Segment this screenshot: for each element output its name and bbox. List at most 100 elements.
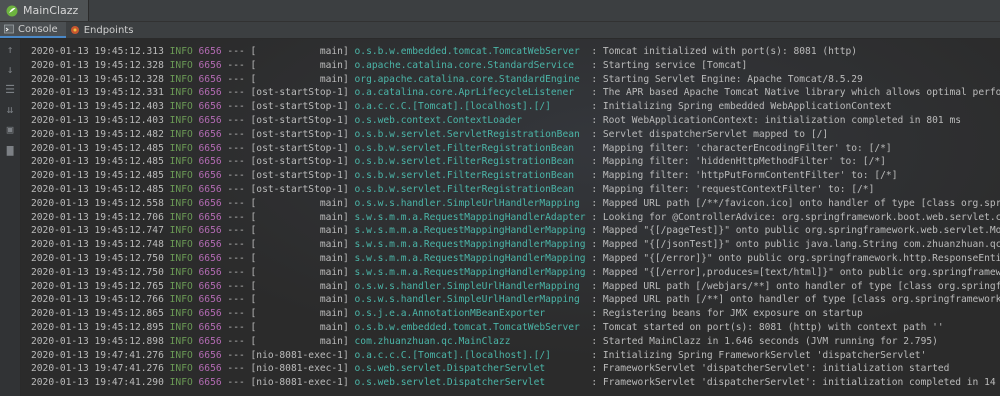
- run-toolbar: MainClazz: [0, 0, 1000, 22]
- print-icon[interactable]: ▣: [0, 119, 20, 139]
- run-config-label: MainClazz: [23, 4, 79, 17]
- console-output[interactable]: 2020-01-13 19:45:12.313 INFO 6656 --- [ …: [21, 39, 1000, 396]
- log-thread: [ main]: [250, 280, 349, 292]
- log-message: : Mapped URL path [/**] onto handler of …: [591, 294, 1000, 306]
- log-timestamp: 2020-01-13 19:45:12.485: [31, 156, 164, 168]
- log-separator: ---: [227, 266, 245, 278]
- log-message: : Tomcat started on port(s): 8081 (http)…: [591, 321, 944, 333]
- log-message: : Tomcat initialized with port(s): 8081 …: [591, 46, 858, 57]
- log-pid: 6656: [198, 170, 222, 182]
- log-pid: 6656: [198, 73, 222, 85]
- log-level: INFO: [169, 211, 193, 223]
- log-line: 2020-01-13 19:45:12.328 INFO 6656 --- [ …: [21, 73, 1000, 87]
- console-icon: [4, 24, 14, 34]
- log-thread: [ost-startStop-1]: [250, 114, 349, 126]
- log-timestamp: 2020-01-13 19:45:12.766: [31, 294, 164, 306]
- log-pid: 6656: [198, 87, 222, 99]
- log-line: 2020-01-13 19:45:12.558 INFO 6656 --- [ …: [21, 197, 1000, 211]
- log-message: : Looking for @ControllerAdvice: org.spr…: [591, 211, 1000, 223]
- log-message: : Mapped "{[/pageTest]}" onto public org…: [591, 225, 1000, 237]
- log-pid: 6656: [198, 197, 222, 209]
- log-message: : Mapped "{[/error],produces=[text/html]…: [591, 266, 1000, 278]
- endpoints-icon: [70, 26, 79, 34]
- log-separator: ---: [227, 170, 245, 182]
- log-thread: [ main]: [250, 211, 349, 223]
- log-logger: s.w.s.m.m.a.RequestMappingHandlerMapping: [354, 239, 586, 251]
- log-line: 2020-01-13 19:45:12.485 INFO 6656 --- [o…: [21, 183, 1000, 197]
- log-message: : Initializing Spring FrameworkServlet '…: [591, 349, 927, 361]
- log-timestamp: 2020-01-13 19:47:41.276: [31, 363, 164, 375]
- log-timestamp: 2020-01-13 19:47:41.276: [31, 349, 164, 361]
- log-separator: ---: [227, 377, 245, 389]
- log-line: 2020-01-13 19:45:12.750 INFO 6656 --- [ …: [21, 252, 1000, 266]
- log-level: INFO: [169, 170, 193, 182]
- log-pid: 6656: [198, 252, 222, 264]
- log-thread: [ost-startStop-1]: [250, 170, 349, 182]
- log-thread: [ost-startStop-1]: [250, 183, 349, 195]
- log-line: 2020-01-13 19:47:41.290 INFO 6656 --- [n…: [21, 376, 1000, 390]
- log-separator: ---: [227, 59, 245, 71]
- log-message: : Mapping filter: 'requestContextFilter'…: [591, 183, 875, 195]
- log-pid: 6656: [198, 142, 222, 154]
- tab-console[interactable]: Console: [0, 22, 66, 38]
- log-pid: 6656: [198, 211, 222, 223]
- log-level: INFO: [169, 321, 193, 333]
- log-line: 2020-01-13 19:45:12.485 INFO 6656 --- [o…: [21, 142, 1000, 156]
- log-logger: org.apache.catalina.core.StandardEngine: [354, 73, 586, 85]
- log-line: 2020-01-13 19:47:41.276 INFO 6656 --- [n…: [21, 349, 1000, 363]
- log-level: INFO: [169, 183, 193, 195]
- log-separator: ---: [227, 308, 245, 320]
- log-thread: [ main]: [250, 73, 349, 85]
- log-message: : FrameworkServlet 'dispatcherServlet': …: [591, 363, 950, 375]
- log-timestamp: 2020-01-13 19:45:12.750: [31, 252, 164, 264]
- scroll-to-end-icon[interactable]: ⇊: [0, 99, 20, 119]
- soft-wrap-icon[interactable]: ☰: [0, 79, 20, 99]
- log-line: 2020-01-13 19:45:12.766 INFO 6656 --- [ …: [21, 293, 1000, 307]
- log-message: : Mapping filter: 'hiddenHttpMethodFilte…: [591, 156, 886, 168]
- log-line: 2020-01-13 19:45:12.485 INFO 6656 --- [o…: [21, 169, 1000, 183]
- log-timestamp: 2020-01-13 19:45:12.482: [31, 128, 164, 140]
- log-logger: o.apache.catalina.core.StandardService: [354, 59, 586, 71]
- log-pid: 6656: [198, 363, 222, 375]
- spring-boot-icon: [6, 5, 18, 16]
- log-message: : Mapping filter: 'httpPutFormContentFil…: [591, 170, 898, 182]
- run-config-tab[interactable]: MainClazz: [0, 0, 90, 21]
- log-thread: [ main]: [250, 294, 349, 306]
- log-level: INFO: [169, 87, 193, 99]
- log-pid: 6656: [198, 114, 222, 126]
- log-pid: 6656: [198, 46, 222, 57]
- log-message: : Servlet dispatcherServlet mapped to [/…: [591, 128, 829, 140]
- log-thread: [ost-startStop-1]: [250, 142, 349, 154]
- log-message: : Initializing Spring embedded WebApplic…: [591, 101, 892, 113]
- log-separator: ---: [227, 87, 245, 99]
- log-level: INFO: [169, 377, 193, 389]
- log-pid: 6656: [198, 335, 222, 347]
- log-thread: [ost-startStop-1]: [250, 87, 349, 99]
- log-pid: 6656: [198, 128, 222, 140]
- log-message: : Started MainClazz in 1.646 seconds (JV…: [591, 335, 938, 347]
- log-separator: ---: [227, 183, 245, 195]
- log-timestamp: 2020-01-13 19:45:12.331: [31, 87, 164, 99]
- log-message: : Mapped "{[/error]}" onto public org.sp…: [591, 252, 1000, 264]
- tab-console-label: Console: [18, 23, 58, 35]
- log-thread: [ main]: [250, 59, 349, 71]
- arrow-down-icon[interactable]: ↓: [0, 59, 20, 79]
- log-logger: o.s.b.w.servlet.FilterRegistrationBean: [354, 170, 586, 182]
- tab-endpoints[interactable]: Endpoints: [66, 22, 142, 38]
- arrow-up-icon[interactable]: ↑: [0, 39, 20, 59]
- trash-icon[interactable]: ▆: [0, 139, 20, 159]
- log-message: : Starting Servlet Engine: Apache Tomcat…: [591, 73, 863, 85]
- log-line: 2020-01-13 19:45:12.750 INFO 6656 --- [ …: [21, 266, 1000, 280]
- log-timestamp: 2020-01-13 19:45:12.485: [31, 183, 164, 195]
- log-thread: [ main]: [250, 197, 349, 209]
- log-pid: 6656: [198, 183, 222, 195]
- log-pid: 6656: [198, 225, 222, 237]
- log-line: 2020-01-13 19:45:12.765 INFO 6656 --- [ …: [21, 280, 1000, 294]
- log-message: : Mapped URL path [/**/favicon.ico] onto…: [591, 197, 1000, 209]
- log-logger: o.s.b.w.servlet.FilterRegistrationBean: [354, 142, 586, 154]
- log-level: INFO: [169, 73, 193, 85]
- log-separator: ---: [227, 114, 245, 126]
- log-logger: o.a.c.c.C.[Tomcat].[localhost].[/]: [354, 101, 586, 113]
- log-thread: [ main]: [250, 321, 349, 333]
- log-logger: o.s.b.w.servlet.FilterRegistrationBean: [354, 183, 586, 195]
